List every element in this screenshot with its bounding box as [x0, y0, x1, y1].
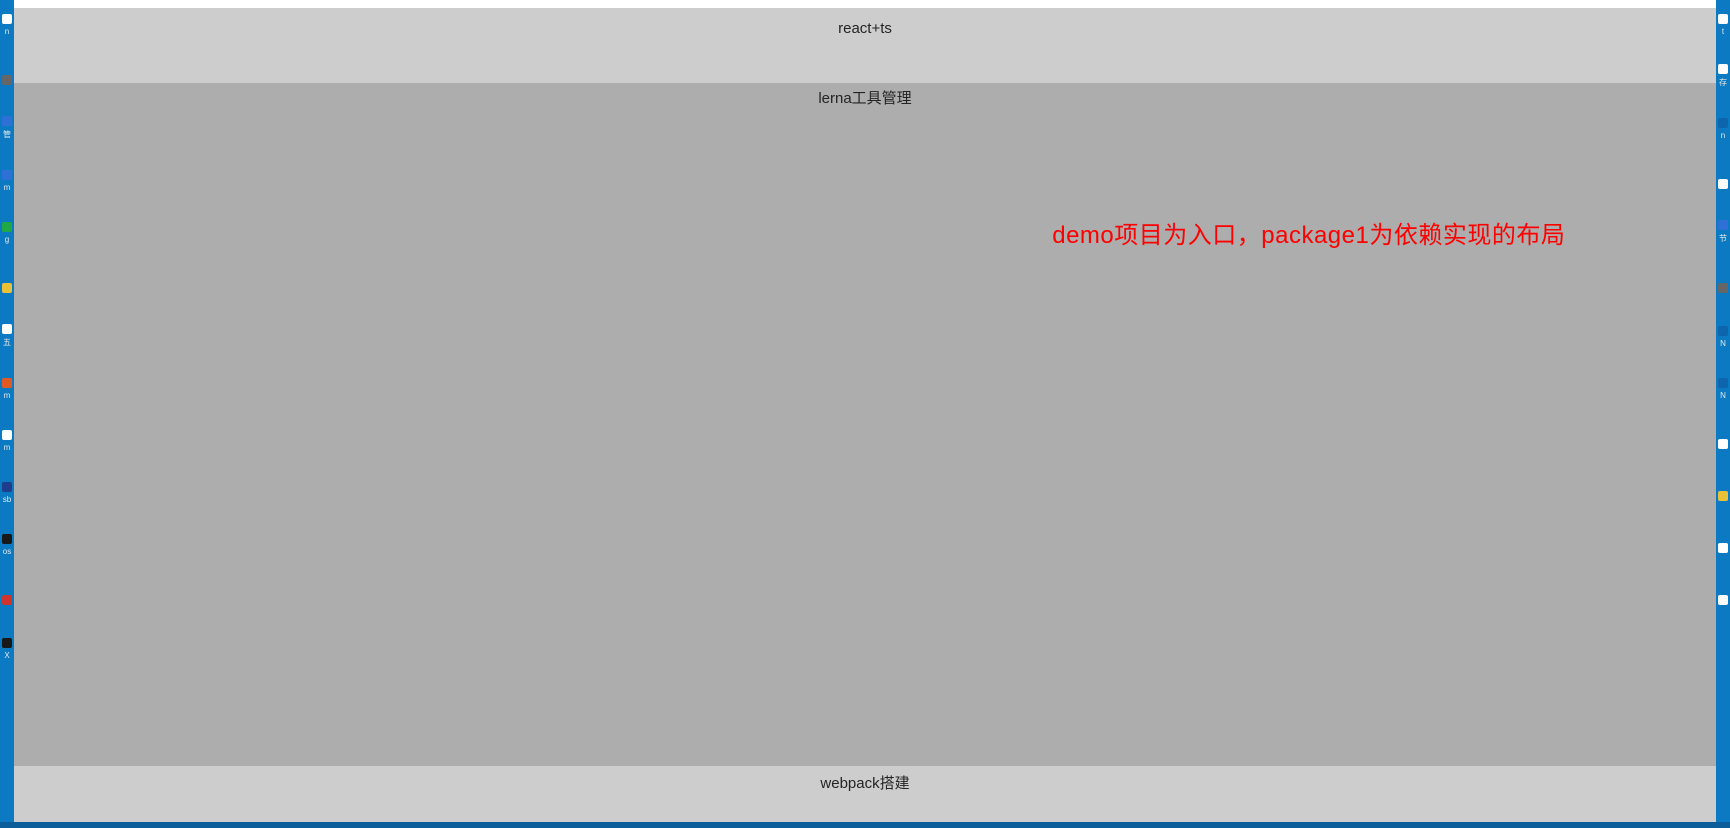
doc-icon-glyph	[1718, 64, 1728, 74]
window-titlebar-fragment	[14, 0, 1716, 8]
desktop-right-icons: t 存 n 节 N N	[1716, 0, 1730, 828]
app2-icon-label: os	[3, 547, 11, 556]
sublime-icon[interactable]: sb	[1, 474, 13, 504]
file-icon[interactable]: m	[1, 422, 13, 452]
bin2-icon[interactable]	[1717, 578, 1729, 608]
folder2-icon-label: t	[1722, 27, 1724, 36]
app2-icon[interactable]: os	[1, 526, 13, 556]
gear-icon-glyph	[1718, 118, 1728, 128]
sublime-icon-label: sb	[3, 495, 11, 504]
chrome-icon-glyph	[2, 222, 12, 232]
desktop-left-icons: n 管 m g 五 m m sb os X	[0, 0, 14, 828]
folder2-icon[interactable]: t	[1717, 6, 1729, 36]
file-icon-glyph	[2, 430, 12, 440]
folder3-icon[interactable]	[1717, 422, 1729, 452]
layout-middle-label: lerna工具管理	[818, 90, 911, 107]
layout-footer-band: webpack搭建	[14, 766, 1716, 828]
link2-icon-label: N	[1720, 391, 1726, 400]
app-icon-glyph	[2, 75, 12, 85]
pycharm-icon[interactable]	[1, 266, 13, 296]
folder3-icon-glyph	[1718, 439, 1728, 449]
gear-icon[interactable]: n	[1717, 110, 1729, 140]
bin-icon[interactable]	[1717, 526, 1729, 556]
blank-icon[interactable]	[1717, 162, 1729, 192]
sublime-icon-glyph	[2, 482, 12, 492]
folder-icon-label: n	[5, 27, 9, 36]
x-icon-glyph	[2, 638, 12, 648]
pkg-icon[interactable]	[1717, 474, 1729, 504]
shortcut-icon-label: m	[4, 183, 11, 192]
app3-icon-glyph	[1718, 283, 1728, 293]
app3-icon[interactable]	[1717, 266, 1729, 296]
music-icon[interactable]: m	[1, 370, 13, 400]
wubi-icon-glyph	[2, 324, 12, 334]
bin2-icon-glyph	[1718, 595, 1728, 605]
app2-icon-glyph	[2, 534, 12, 544]
shortcut2-icon[interactable]: 节	[1717, 214, 1729, 244]
app-icon[interactable]	[1, 58, 13, 88]
store-icon-glyph	[2, 116, 12, 126]
layout-header-band: react+ts	[14, 8, 1716, 83]
chrome-icon-label: g	[5, 235, 9, 244]
folder-icon-glyph	[2, 14, 12, 24]
shortcut-icon[interactable]: m	[1, 162, 13, 192]
link2-icon[interactable]: N	[1717, 370, 1729, 400]
blank-icon-glyph	[1718, 179, 1728, 189]
music-icon-glyph	[2, 378, 12, 388]
shortcut2-icon-label: 节	[1719, 233, 1727, 244]
doc-icon[interactable]: 存	[1717, 58, 1729, 88]
layout-middle-band: lerna工具管理 demo项目为入口，package1为依赖实现的布局	[14, 83, 1716, 766]
wubi-icon-label: 五	[3, 337, 11, 348]
taskbar-fragment	[0, 822, 1730, 828]
folder-icon[interactable]: n	[1, 6, 13, 36]
store-icon[interactable]: 管	[1, 110, 13, 140]
pkg-icon-glyph	[1718, 491, 1728, 501]
store-icon-label: 管	[3, 129, 11, 140]
browser-window: react+ts lerna工具管理 demo项目为入口，package1为依赖…	[14, 0, 1716, 828]
bin-icon-glyph	[1718, 543, 1728, 553]
folder2-icon-glyph	[1718, 14, 1728, 24]
doc-icon-label: 存	[1719, 77, 1727, 88]
link-icon-glyph	[1718, 326, 1728, 336]
ubuntu-icon-glyph	[2, 595, 12, 605]
link-icon[interactable]: N	[1717, 318, 1729, 348]
pycharm-icon-glyph	[2, 283, 12, 293]
shortcut2-icon-glyph	[1718, 220, 1728, 230]
file-icon-label: m	[4, 443, 11, 452]
x-icon[interactable]: X	[1, 630, 13, 660]
wubi-icon[interactable]: 五	[1, 318, 13, 348]
desktop: n 管 m g 五 m m sb os X react+ts lerna工具管理 demo项目为入…	[0, 0, 1730, 828]
link-icon-label: N	[1720, 339, 1726, 348]
ubuntu-icon[interactable]	[1, 578, 13, 608]
gear-icon-label: n	[1721, 131, 1725, 140]
chrome-icon[interactable]: g	[1, 214, 13, 244]
link2-icon-glyph	[1718, 378, 1728, 388]
x-icon-label: X	[4, 651, 9, 660]
annotation-text: demo项目为入口，package1为依赖实现的布局	[1052, 215, 1565, 250]
music-icon-label: m	[4, 391, 11, 400]
shortcut-icon-glyph	[2, 170, 12, 180]
